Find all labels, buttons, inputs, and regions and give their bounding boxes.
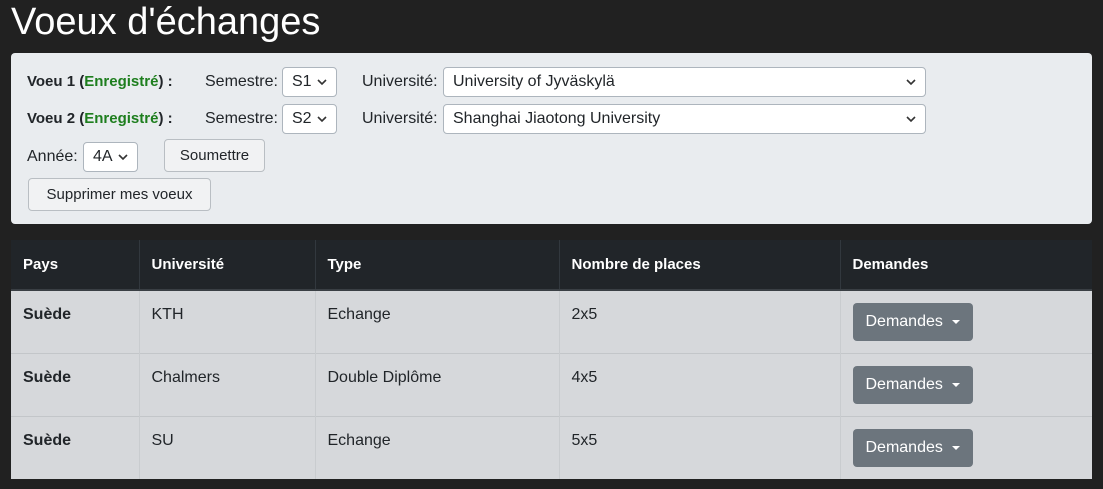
wishes-form: Voeu 1 (Enregistré) : Semestre: S1 Unive…: [11, 53, 1092, 224]
table-row: Suède SU Echange 5x5 Demandes: [11, 415, 1092, 479]
semester-1-label: Semestre:: [205, 73, 278, 90]
cell-demandes: Demandes: [840, 415, 1092, 479]
table-row: Suède KTH Echange 2x5 Demandes: [11, 289, 1092, 353]
chevron-down-icon: [317, 114, 327, 124]
cell-places: 2x5: [559, 289, 841, 353]
voeu-2-label: Voeu 2 (Enregistré) :: [27, 110, 173, 127]
semester-2-value: S2: [292, 110, 312, 127]
chevron-down-icon: [906, 114, 916, 124]
header-demandes: Demandes: [840, 240, 1092, 291]
cell-universite: Chalmers: [139, 352, 316, 416]
voeu-1-label: Voeu 1 (Enregistré) :: [27, 73, 173, 90]
universities-table: Pays Université Type Nombre de places De…: [11, 240, 1092, 479]
annee-value: 4A: [93, 148, 113, 165]
table-header-row: Pays Université Type Nombre de places De…: [11, 240, 1092, 291]
chevron-down-icon: [317, 77, 327, 87]
demandes-label: Demandes: [865, 375, 943, 393]
cell-demandes: Demandes: [840, 352, 1092, 416]
demandes-dropdown-button[interactable]: Demandes: [852, 365, 973, 404]
caret-down-icon: [951, 382, 960, 387]
cell-pays: Suède: [11, 352, 140, 416]
cell-type: Double Diplôme: [315, 352, 560, 416]
cell-pays: Suède: [11, 289, 140, 353]
semester-2-select[interactable]: S2: [282, 104, 337, 134]
cell-universite: KTH: [139, 289, 316, 353]
demandes-dropdown-button[interactable]: Demandes: [852, 428, 973, 467]
header-universite: Université: [139, 240, 316, 291]
cell-type: Echange: [315, 289, 560, 353]
voeu-1-status: Enregistré: [84, 73, 159, 90]
chevron-down-icon: [118, 152, 128, 162]
demandes-dropdown-button[interactable]: Demandes: [852, 303, 973, 341]
cell-type: Echange: [315, 415, 560, 479]
cell-places: 4x5: [559, 352, 841, 416]
submit-button[interactable]: Soumettre: [164, 139, 265, 172]
university-2-value: Shanghai Jiaotong University: [453, 110, 661, 127]
annee-label: Année:: [27, 148, 78, 165]
university-2-label: Université:: [362, 110, 438, 127]
university-1-select[interactable]: University of Jyväskylä: [443, 67, 926, 97]
voeu-2-status: Enregistré: [84, 110, 159, 127]
cell-places: 5x5: [559, 415, 841, 479]
university-1-label: Université:: [362, 73, 438, 90]
header-places: Nombre de places: [559, 240, 841, 291]
demandes-label: Demandes: [865, 313, 943, 330]
semester-1-value: S1: [292, 73, 312, 90]
voeu-2-title: Voeu 2: [27, 110, 76, 127]
voeu-1-title: Voeu 1: [27, 73, 76, 90]
university-2-select[interactable]: Shanghai Jiaotong University: [443, 104, 926, 134]
caret-down-icon: [951, 445, 960, 450]
cell-pays: Suède: [11, 415, 140, 479]
cell-demandes: Demandes: [840, 289, 1092, 353]
semester-2-label: Semestre:: [205, 110, 278, 127]
delete-wishes-button[interactable]: Supprimer mes voeux: [28, 178, 211, 211]
page-title: Voeux d'échanges: [11, 1, 321, 43]
university-1-value: University of Jyväskylä: [453, 73, 615, 90]
table-row: Suède Chalmers Double Diplôme 4x5 Demand…: [11, 352, 1092, 416]
chevron-down-icon: [906, 77, 916, 87]
caret-down-icon: [951, 320, 960, 324]
semester-1-select[interactable]: S1: [282, 67, 337, 97]
annee-select[interactable]: 4A: [83, 142, 138, 172]
header-pays: Pays: [11, 240, 140, 291]
demandes-label: Demandes: [865, 438, 943, 456]
header-type: Type: [315, 240, 560, 291]
cell-universite: SU: [139, 415, 316, 479]
